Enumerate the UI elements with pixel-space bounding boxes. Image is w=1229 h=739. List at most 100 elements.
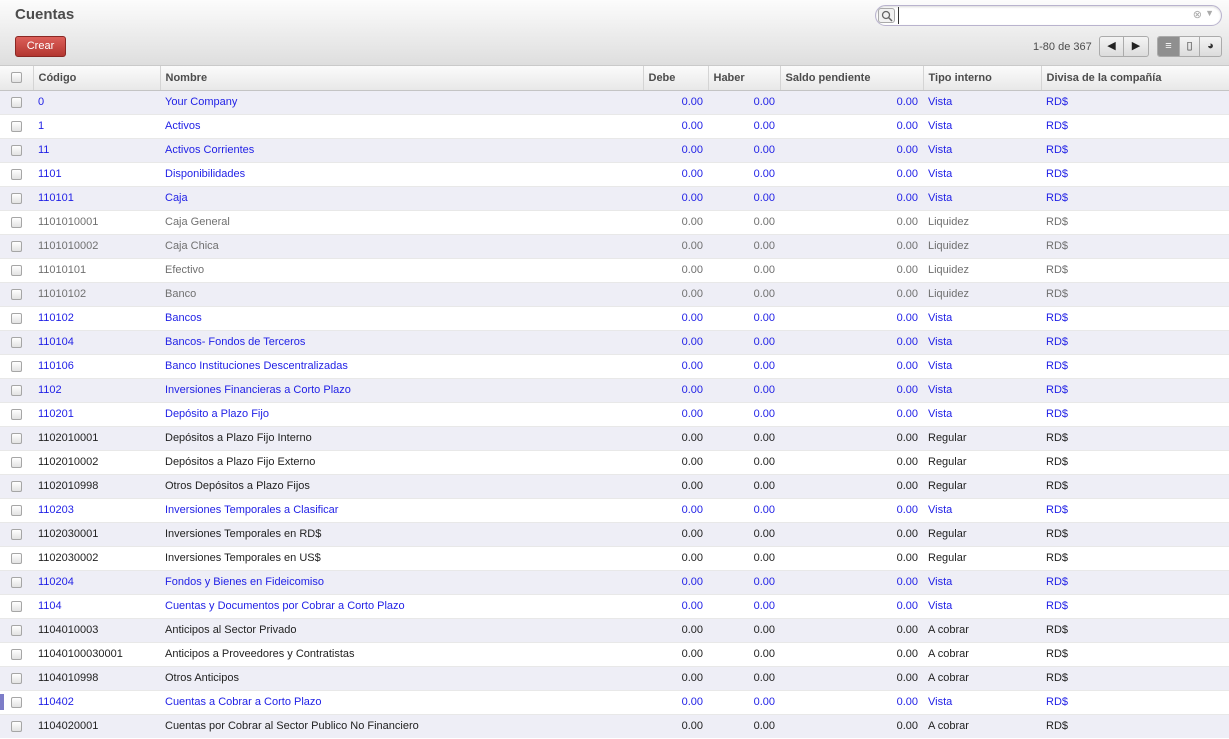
- cell-code[interactable]: 110102: [33, 305, 160, 330]
- cell-code[interactable]: 0: [33, 89, 160, 114]
- cell-debit[interactable]: 0.00: [643, 545, 708, 570]
- cell-name[interactable]: Anticipos a Proveedores y Contratistas: [160, 641, 643, 666]
- cell-currency[interactable]: RD$: [1041, 233, 1229, 258]
- table-row[interactable]: 1101010002 Caja Chica 0.00 0.00 0.00 Liquidez…: [0, 233, 1229, 258]
- cell-currency[interactable]: RD$: [1041, 665, 1229, 690]
- cell-type[interactable]: Vista: [923, 689, 1041, 714]
- cell-type[interactable]: A cobrar: [923, 665, 1041, 690]
- row-checkbox[interactable]: [0, 281, 33, 306]
- cell-credit[interactable]: 0.00: [708, 305, 780, 330]
- cell-name[interactable]: Otros Anticipos: [160, 665, 643, 690]
- cell-code[interactable]: 1102010002: [33, 449, 160, 474]
- magnifier-icon[interactable]: [878, 8, 895, 23]
- cell-type[interactable]: Vista: [923, 353, 1041, 378]
- cell-name[interactable]: Disponibilidades: [160, 161, 643, 186]
- row-checkbox[interactable]: [0, 617, 33, 642]
- arrow-right-icon[interactable]: ▶: [1124, 37, 1148, 56]
- cell-code[interactable]: 110402: [33, 689, 160, 714]
- cell-name[interactable]: Depósito a Plazo Fijo: [160, 401, 643, 426]
- row-checkbox[interactable]: [0, 521, 33, 546]
- row-checkbox[interactable]: [0, 545, 33, 570]
- cell-type[interactable]: Vista: [923, 329, 1041, 354]
- cell-code[interactable]: 1102010998: [33, 473, 160, 498]
- table-row[interactable]: 110104 Bancos- Fondos de Terceros 0.00 0.00…: [0, 329, 1229, 354]
- cell-credit[interactable]: 0.00: [708, 521, 780, 546]
- cell-name[interactable]: Bancos: [160, 305, 643, 330]
- cell-balance[interactable]: 0.00: [780, 617, 923, 642]
- row-checkbox[interactable]: [0, 689, 33, 714]
- cell-name[interactable]: Bancos- Fondos de Terceros: [160, 329, 643, 354]
- cell-type[interactable]: Vista: [923, 497, 1041, 522]
- row-checkbox[interactable]: [0, 185, 33, 210]
- cell-credit[interactable]: 0.00: [708, 137, 780, 162]
- cell-type[interactable]: Regular: [923, 449, 1041, 474]
- cell-balance[interactable]: 0.00: [780, 593, 923, 618]
- cell-type[interactable]: Regular: [923, 545, 1041, 570]
- cell-currency[interactable]: RD$: [1041, 89, 1229, 114]
- cell-credit[interactable]: 0.00: [708, 329, 780, 354]
- row-checkbox[interactable]: [0, 89, 33, 114]
- cell-name[interactable]: Anticipos al Sector Privado: [160, 617, 643, 642]
- column-header[interactable]: Debe: [642, 66, 708, 91]
- cell-debit[interactable]: 0.00: [643, 497, 708, 522]
- cell-type[interactable]: Liquidez: [923, 209, 1041, 234]
- cell-code[interactable]: 1101010001: [33, 209, 160, 234]
- row-checkbox[interactable]: [0, 377, 33, 402]
- cell-currency[interactable]: RD$: [1041, 257, 1229, 282]
- cell-name[interactable]: Activos: [160, 113, 643, 138]
- cell-type[interactable]: Vista: [923, 593, 1041, 618]
- table-row[interactable]: 1102010001 Depósitos a Plazo Fijo Interno…: [0, 425, 1229, 450]
- cell-balance[interactable]: 0.00: [780, 425, 923, 450]
- cell-currency[interactable]: RD$: [1041, 209, 1229, 234]
- cell-type[interactable]: A cobrar: [923, 713, 1041, 738]
- table-row[interactable]: 1104 Cuentas y Documentos por Cobrar a Co…: [0, 593, 1229, 618]
- cell-credit[interactable]: 0.00: [708, 233, 780, 258]
- cell-name[interactable]: Depósitos a Plazo Fijo Externo: [160, 449, 643, 474]
- cell-balance[interactable]: 0.00: [780, 497, 923, 522]
- column-header[interactable]: Divisa de la compañía: [1040, 66, 1229, 91]
- cell-name[interactable]: Banco: [160, 281, 643, 306]
- cell-balance[interactable]: 0.00: [780, 305, 923, 330]
- cell-credit[interactable]: 0.00: [708, 113, 780, 138]
- cell-balance[interactable]: 0.00: [780, 257, 923, 282]
- cell-debit[interactable]: 0.00: [643, 185, 708, 210]
- cell-currency[interactable]: RD$: [1041, 521, 1229, 546]
- select-all-checkbox[interactable]: [0, 66, 33, 91]
- cell-debit[interactable]: 0.00: [643, 425, 708, 450]
- cell-currency[interactable]: RD$: [1041, 689, 1229, 714]
- cell-balance[interactable]: 0.00: [780, 209, 923, 234]
- cell-type[interactable]: Vista: [923, 89, 1041, 114]
- column-header[interactable]: Código: [32, 66, 160, 91]
- cell-currency[interactable]: RD$: [1041, 713, 1229, 738]
- cell-currency[interactable]: RD$: [1041, 113, 1229, 138]
- table-row[interactable]: 110201 Depósito a Plazo Fijo 0.00 0.00 0.00 V…: [0, 401, 1229, 426]
- cell-code[interactable]: 1101: [33, 161, 160, 186]
- column-header[interactable]: Tipo interno: [922, 66, 1041, 91]
- cell-name[interactable]: Fondos y Bienes en Fideicomiso: [160, 569, 643, 594]
- cell-debit[interactable]: 0.00: [643, 281, 708, 306]
- cell-balance[interactable]: 0.00: [780, 185, 923, 210]
- cell-balance[interactable]: 0.00: [780, 713, 923, 738]
- cell-credit[interactable]: 0.00: [708, 425, 780, 450]
- column-header[interactable]: Nombre: [159, 66, 643, 91]
- table-row[interactable]: 110102 Bancos 0.00 0.00 0.00 Vista RD$: [0, 305, 1229, 330]
- cell-debit[interactable]: 0.00: [643, 593, 708, 618]
- graph-view-icon[interactable]: ◕: [1200, 37, 1221, 56]
- cell-currency[interactable]: RD$: [1041, 329, 1229, 354]
- table-row[interactable]: 110402 Cuentas a Cobrar a Corto Plazo 0.00…: [0, 689, 1229, 714]
- cell-credit[interactable]: 0.00: [708, 161, 780, 186]
- cell-debit[interactable]: 0.00: [643, 89, 708, 114]
- cell-currency[interactable]: RD$: [1041, 641, 1229, 666]
- cell-code[interactable]: 110201: [33, 401, 160, 426]
- cell-code[interactable]: 1102010001: [33, 425, 160, 450]
- cell-code[interactable]: 110101: [33, 185, 160, 210]
- cell-type[interactable]: Regular: [923, 521, 1041, 546]
- create-button[interactable]: Crear: [15, 36, 66, 57]
- cell-type[interactable]: Vista: [923, 137, 1041, 162]
- cell-name[interactable]: Inversiones Financieras a Corto Plazo: [160, 377, 643, 402]
- row-checkbox[interactable]: [0, 401, 33, 426]
- cell-code[interactable]: 110104: [33, 329, 160, 354]
- row-checkbox[interactable]: [0, 569, 33, 594]
- cell-balance[interactable]: 0.00: [780, 353, 923, 378]
- cell-debit[interactable]: 0.00: [643, 689, 708, 714]
